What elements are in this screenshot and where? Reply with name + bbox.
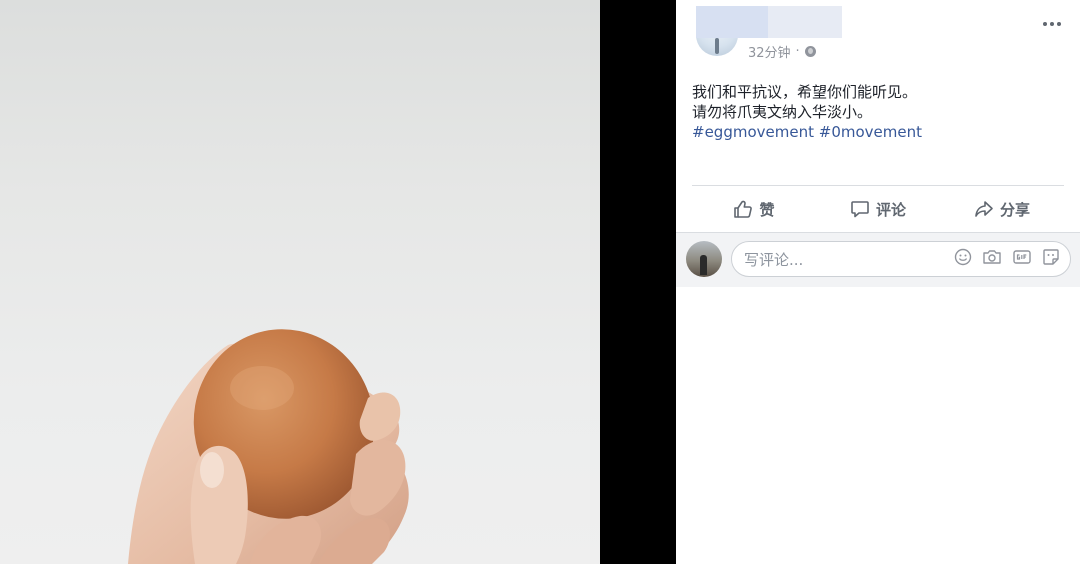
comment-composer: 写评论... [676,232,1080,287]
sticker-icon[interactable] [1042,248,1060,270]
egg-in-hand-image [128,329,409,564]
hashtag-link[interactable]: #eggmovement [692,123,814,141]
more-options-button[interactable] [1040,14,1064,34]
more-dots-icon [1057,22,1061,26]
more-dots-icon [1043,22,1047,26]
post-actions-bar: 赞 评论 分享 [692,190,1064,228]
gif-icon[interactable] [1012,248,1032,270]
author-name-redacted[interactable] [696,6,842,38]
comment-tools [954,248,1070,270]
post-text-line: 请勿将爪夷文纳入华淡小。 [692,103,873,121]
like-button[interactable]: 赞 [692,190,816,228]
timestamp-separator: · [795,43,800,59]
timestamp-text[interactable]: 32分钟 [748,42,791,61]
comment-input[interactable]: 写评论... [731,241,1071,277]
post-panel: 32分钟 · 我们和平抗议，希望你们能听见。 请勿将爪夷文纳入华淡小。 #egg… [676,0,1080,564]
share-button[interactable]: 分享 [940,190,1064,228]
camera-icon[interactable] [982,248,1002,270]
avatar-figure [715,38,719,54]
hashtag-link[interactable]: #0movement [819,123,922,141]
speech-bubble-icon [851,201,869,218]
post-photo[interactable] [0,0,600,564]
emoji-icon[interactable] [954,248,972,270]
post-timestamp: 32分钟 · [748,42,816,61]
like-label: 赞 [759,200,775,219]
thumbs-up-icon [734,200,753,218]
photo-viewer-gutter [600,0,676,564]
hashtag-row: #eggmovement #0movement [692,122,1068,142]
viewer-avatar[interactable] [686,241,722,277]
comment-label: 评论 [875,200,906,219]
globe-icon[interactable] [804,45,816,57]
comment-button[interactable]: 评论 [816,190,940,228]
comment-placeholder[interactable]: 写评论... [744,249,954,270]
avatar-figure [700,255,707,275]
share-label: 分享 [999,200,1030,219]
more-dots-icon [1050,22,1054,26]
post-text-line: 我们和平抗议，希望你们能听见。 [692,83,918,101]
actions-divider [692,185,1064,186]
redaction-block [696,6,768,38]
post-body: 我们和平抗议，希望你们能听见。 请勿将爪夷文纳入华淡小。 #eggmovemen… [692,82,1068,142]
share-arrow-icon [975,201,993,217]
redaction-block [768,6,842,38]
